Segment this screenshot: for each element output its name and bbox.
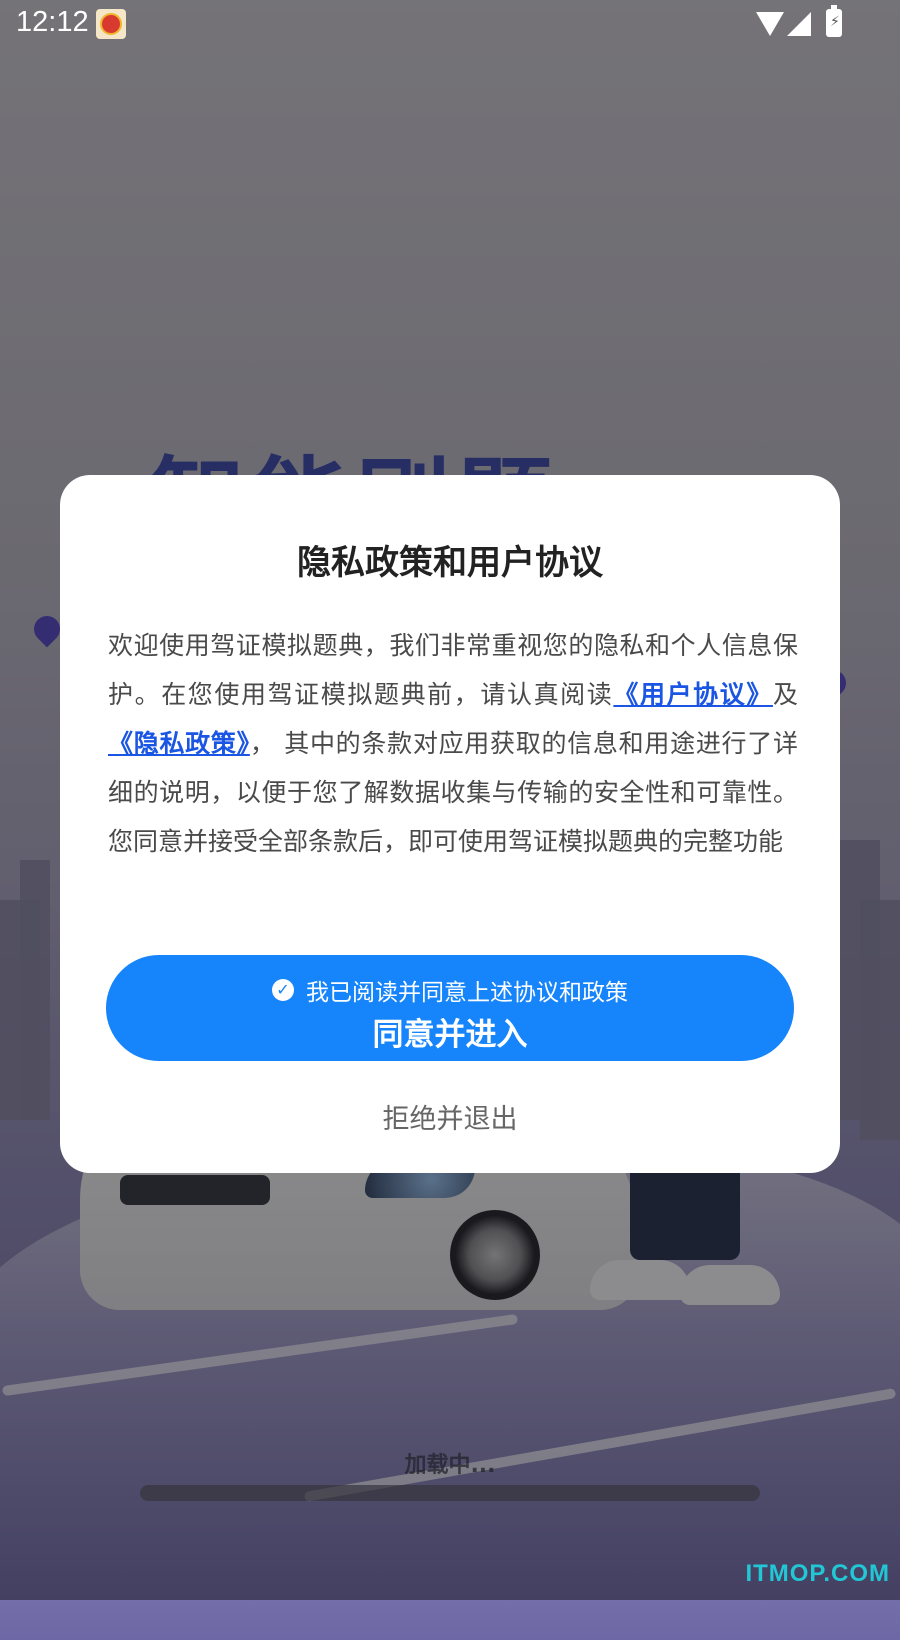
app-notification-icon	[96, 9, 126, 39]
status-time: 12:12	[16, 6, 89, 38]
agree-and-enter-button[interactable]: ✓ 我已阅读并同意上述协议和政策 同意并进入	[106, 955, 794, 1061]
dialog-body-conjunction: 及	[772, 680, 798, 709]
privacy-dialog: 隐私政策和用户协议 欢迎使用驾证模拟题典，我们非常重视您的隐私和个人信息保护。在…	[60, 475, 840, 1173]
dialog-body: 欢迎使用驾证模拟题典，我们非常重视您的隐私和个人信息保护。在您使用驾证模拟题典前…	[108, 621, 798, 866]
decline-and-exit-button[interactable]: 拒绝并退出	[60, 1097, 840, 1136]
consent-row[interactable]: ✓ 我已阅读并同意上述协议和政策	[106, 973, 794, 1007]
consent-label: 我已阅读并同意上述协议和政策	[306, 980, 628, 1006]
wifi-icon	[756, 12, 784, 36]
signal-icon	[787, 12, 811, 36]
dialog-title: 隐私政策和用户协议	[297, 543, 603, 583]
agree-button-label: 同意并进入	[372, 1017, 528, 1053]
check-icon[interactable]: ✓	[272, 979, 294, 1001]
watermark: ITMOP.COM	[745, 1560, 890, 1587]
privacy-policy-link[interactable]: 《隐私政策》	[108, 729, 250, 758]
battery-icon: ⚡	[826, 5, 842, 37]
user-agreement-link[interactable]: 《用户协议》	[613, 680, 773, 709]
status-bar: 12:12 ⚡	[0, 0, 900, 48]
